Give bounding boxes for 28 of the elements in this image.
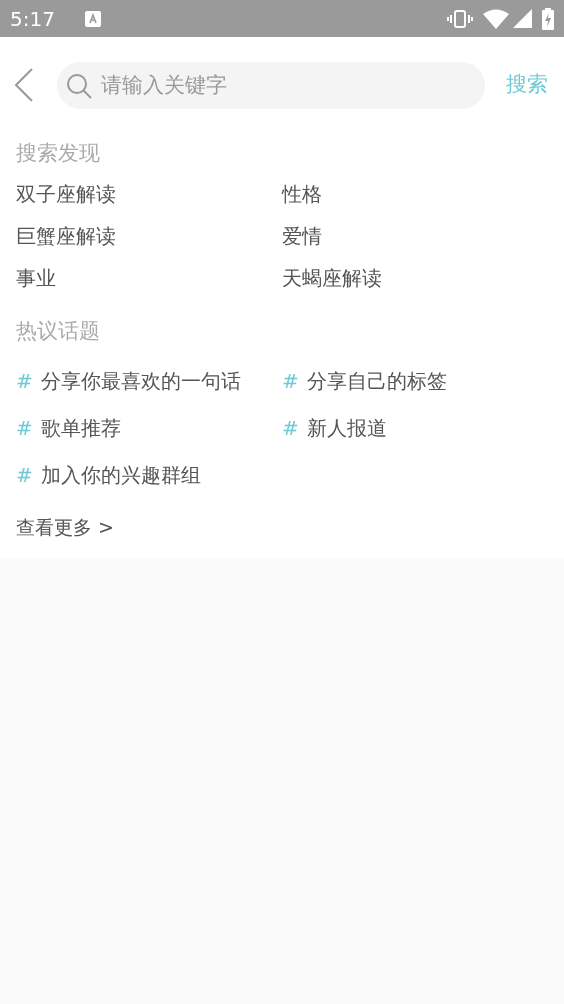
- see-more-link[interactable]: 查看更多 >: [16, 504, 114, 550]
- signal-icon: [513, 9, 532, 28]
- discover-item[interactable]: 巨蟹座解读: [16, 221, 116, 251]
- battery-icon: [542, 7, 554, 30]
- discover-item[interactable]: 双子座解读: [16, 179, 116, 209]
- section-title: 搜索发现: [16, 140, 101, 167]
- hashtag-mark: #: [16, 414, 33, 442]
- wifi-icon: [483, 8, 509, 29]
- status-time: 5:17: [10, 5, 55, 33]
- topic-link[interactable]: 新人报道: [306, 412, 387, 443]
- hashtag-mark: #: [282, 367, 299, 395]
- section-title: 热议话题: [16, 318, 101, 345]
- vibrate-icon: [447, 8, 473, 29]
- hashtag-mark: #: [16, 367, 33, 395]
- hashtag-mark: #: [282, 414, 299, 442]
- discover-item[interactable]: 性格: [282, 179, 322, 209]
- discover-item[interactable]: 天蝎座解读: [282, 263, 382, 293]
- topic-link[interactable]: 分享你最喜欢的一句话: [40, 365, 241, 396]
- discover-item[interactable]: 爱情: [282, 221, 322, 251]
- topic-link[interactable]: 分享自己的标签: [306, 365, 447, 396]
- hashtag-mark: #: [16, 461, 33, 489]
- keyboard-notification-icon: [84, 10, 101, 27]
- discover-item[interactable]: 事业: [16, 263, 56, 293]
- topic-link[interactable]: 歌单推荐: [40, 412, 121, 443]
- topic-link[interactable]: 加入你的兴趣群组: [40, 459, 201, 490]
- search-icon: [65, 71, 93, 100]
- back-icon[interactable]: [14, 68, 34, 102]
- search-field[interactable]: 请输入关键字: [57, 61, 485, 109]
